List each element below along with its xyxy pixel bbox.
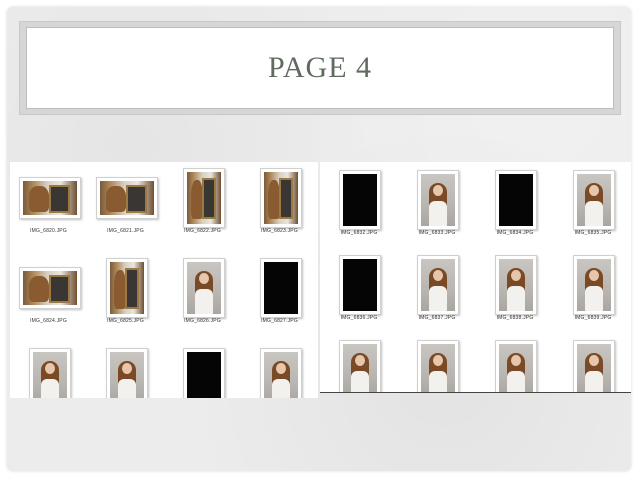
thumbnail-image[interactable] bbox=[18, 177, 81, 219]
slide-title: PAGE 4 bbox=[267, 51, 373, 84]
thumbnail-image[interactable] bbox=[259, 168, 302, 228]
thumbnail-item[interactable] bbox=[87, 346, 164, 398]
thumbnail-item[interactable] bbox=[320, 338, 398, 392]
thumbnail-caption: IMG_6835.JPG bbox=[574, 230, 612, 236]
thumbnail-caption: IMG_6821.JPG bbox=[107, 228, 144, 234]
thumbnail-image[interactable] bbox=[417, 170, 459, 230]
thumbnail-item[interactable]: IMG_6836.JPG bbox=[320, 253, 398, 338]
photo bbox=[22, 181, 77, 215]
thumbnail-image[interactable] bbox=[182, 168, 225, 228]
thumbnail-image[interactable] bbox=[259, 258, 302, 318]
thumbnail-image[interactable] bbox=[573, 255, 615, 315]
thumbnail-item[interactable] bbox=[398, 338, 476, 392]
title-frame: PAGE 4 bbox=[19, 21, 621, 115]
photo bbox=[577, 259, 611, 311]
thumbnail-caption: IMG_6827.JPG bbox=[261, 318, 298, 324]
thumbnail-item[interactable]: IMG_6837.JPG bbox=[398, 253, 476, 338]
thumbnail-image[interactable] bbox=[339, 170, 381, 230]
photo bbox=[263, 262, 298, 314]
thumbnail-image[interactable] bbox=[259, 348, 302, 398]
thumbnail-item[interactable]: IMG_6824.JPG bbox=[10, 256, 87, 346]
thumbnail-caption: IMG_6837.JPG bbox=[418, 315, 456, 321]
title-box: PAGE 4 bbox=[26, 27, 614, 109]
thumbnail-item[interactable] bbox=[10, 346, 87, 398]
thumbnail-image[interactable] bbox=[105, 348, 148, 398]
contact-sheet-left: IMG_6820.JPG IMG_6821.JPG IMG_6822.JPG IMG_… bbox=[10, 162, 318, 398]
thumbnail-image[interactable] bbox=[495, 340, 537, 392]
photo bbox=[32, 352, 67, 398]
photo bbox=[263, 172, 298, 224]
thumbnail-caption: IMG_6826.JPG bbox=[184, 318, 221, 324]
thumbnail-image[interactable] bbox=[95, 177, 158, 219]
photo bbox=[577, 174, 611, 226]
thumbnail-caption: IMG_6823.JPG bbox=[261, 228, 298, 234]
photo bbox=[186, 352, 221, 398]
photo bbox=[421, 174, 455, 226]
thumbnail-item[interactable]: IMG_6835.JPG bbox=[554, 168, 631, 253]
thumbnail-caption: IMG_6833.JPG bbox=[418, 230, 456, 236]
thumbnail-image[interactable] bbox=[573, 340, 615, 392]
photo bbox=[499, 174, 533, 226]
thumbnail-caption: IMG_6820.JPG bbox=[30, 228, 67, 234]
thumbnail-image[interactable] bbox=[105, 258, 148, 318]
thumbnail-item[interactable]: IMG_6834.JPG bbox=[476, 168, 554, 253]
thumbnail-image[interactable] bbox=[339, 255, 381, 315]
thumbnail-item[interactable] bbox=[476, 338, 554, 392]
thumbnail-image[interactable] bbox=[495, 255, 537, 315]
thumbnail-item[interactable]: IMG_6825.JPG bbox=[87, 256, 164, 346]
photo bbox=[99, 181, 154, 215]
thumbnail-item[interactable]: IMG_6820.JPG bbox=[10, 166, 87, 256]
thumbnail-image[interactable] bbox=[339, 340, 381, 392]
slide: PAGE 4 IMG_6820.JPG IMG_6821.JPG IMG_6822.… bbox=[7, 7, 631, 471]
thumbnail-item[interactable]: IMG_6822.JPG bbox=[164, 166, 241, 256]
thumbnail-item[interactable] bbox=[164, 346, 241, 398]
thumbnail-item[interactable]: IMG_6821.JPG bbox=[87, 166, 164, 256]
photo bbox=[499, 344, 533, 392]
thumbnail-caption: IMG_6825.JPG bbox=[107, 318, 144, 324]
thumbnail-item[interactable]: IMG_6839.JPG bbox=[554, 253, 631, 338]
photo bbox=[263, 352, 298, 398]
photo bbox=[499, 259, 533, 311]
photo bbox=[343, 344, 377, 392]
thumbnail-item[interactable]: IMG_6826.JPG bbox=[164, 256, 241, 346]
thumbnail-caption: IMG_6836.JPG bbox=[340, 315, 378, 321]
photo bbox=[186, 172, 221, 224]
thumbnail-item[interactable]: IMG_6823.JPG bbox=[241, 166, 318, 256]
photo bbox=[577, 344, 611, 392]
thumbnail-caption: IMG_6834.JPG bbox=[496, 230, 534, 236]
thumbnail-item[interactable]: IMG_6833.JPG bbox=[398, 168, 476, 253]
thumbnail-image[interactable] bbox=[182, 348, 225, 398]
photo bbox=[109, 262, 144, 314]
thumbnail-caption: IMG_6839.JPG bbox=[574, 315, 612, 321]
thumbnail-image[interactable] bbox=[182, 258, 225, 318]
photo bbox=[109, 352, 144, 398]
thumbnail-item[interactable]: IMG_6827.JPG bbox=[241, 256, 318, 346]
thumbnail-image[interactable] bbox=[495, 170, 537, 230]
photo bbox=[421, 259, 455, 311]
thumbnail-image[interactable] bbox=[28, 348, 71, 398]
photo bbox=[343, 259, 377, 311]
thumbnail-image[interactable] bbox=[18, 267, 81, 309]
thumbnail-image[interactable] bbox=[417, 255, 459, 315]
photo bbox=[343, 174, 377, 226]
photo bbox=[186, 262, 221, 314]
thumbnail-item[interactable]: IMG_6838.JPG bbox=[476, 253, 554, 338]
thumbnail-caption: IMG_6838.JPG bbox=[496, 315, 534, 321]
thumbnail-item[interactable] bbox=[241, 346, 318, 398]
thumbnail-caption: IMG_6822.JPG bbox=[184, 228, 221, 234]
thumbnail-caption: IMG_6832.JPG bbox=[340, 230, 378, 236]
photo bbox=[22, 271, 77, 305]
thumbnail-image[interactable] bbox=[417, 340, 459, 392]
thumbnail-item[interactable] bbox=[554, 338, 631, 392]
photo bbox=[421, 344, 455, 392]
thumbnail-caption: IMG_6824.JPG bbox=[30, 318, 67, 324]
thumbnail-item[interactable]: IMG_6832.JPG bbox=[320, 168, 398, 253]
contact-sheet-right: IMG_6832.JPG IMG_6833.JPG IMG_6834.JPG IMG_… bbox=[320, 162, 631, 393]
thumbnail-image[interactable] bbox=[573, 170, 615, 230]
